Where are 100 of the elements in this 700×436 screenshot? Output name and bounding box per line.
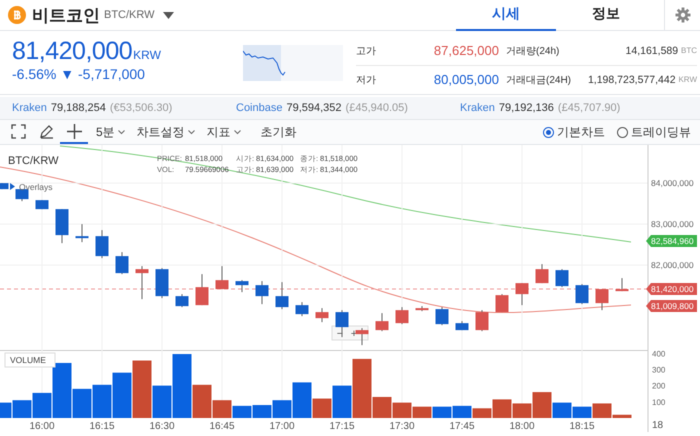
candle <box>456 320 468 331</box>
stat-value: 14,161,589 BTC <box>624 44 697 58</box>
candle <box>196 274 208 306</box>
time-label: 17:15 <box>329 421 355 432</box>
candle <box>536 264 548 284</box>
pencil-icon <box>38 124 54 138</box>
candle <box>576 284 588 305</box>
candle <box>356 328 368 346</box>
time-label: 16:15 <box>89 421 115 432</box>
fullscreen-icon <box>10 124 26 138</box>
volume-bar <box>112 372 132 418</box>
chevron-icon <box>234 130 241 134</box>
stat-label: 거래량(24h) <box>506 44 560 58</box>
axis-label: 400 <box>652 350 666 358</box>
volume-bar <box>412 406 432 418</box>
candle <box>156 268 168 299</box>
time-label: 16:45 <box>209 421 235 432</box>
volume-bar <box>252 405 272 418</box>
candle <box>376 312 388 332</box>
time-label: 18 <box>652 420 664 431</box>
volume-label: VOLUME <box>4 352 56 368</box>
overlays-label[interactable]: Overlays <box>19 182 53 192</box>
candle <box>416 306 428 312</box>
exchange-fx-price: (€53,506.30) <box>110 102 172 114</box>
time-label: 17:45 <box>449 421 475 432</box>
candle <box>296 302 308 317</box>
stat-value: 1,198,723,577,442 KRW <box>586 72 697 88</box>
candle <box>96 230 108 259</box>
candle <box>0 182 8 190</box>
candle <box>396 306 408 325</box>
price-tag: 82,584,960 <box>646 235 697 247</box>
candle <box>556 268 568 288</box>
exchange-name[interactable]: Kraken <box>460 102 495 114</box>
time-label: 17:30 <box>389 421 415 432</box>
candle <box>276 282 288 310</box>
stat-label: 거래대금(24H) <box>506 74 572 88</box>
price-tag: 81,420,000 <box>646 283 697 295</box>
exchange-name[interactable]: Kraken <box>12 102 47 114</box>
volume-bar <box>572 406 592 418</box>
candle <box>596 288 608 311</box>
chevron-icon <box>188 130 195 134</box>
candle <box>36 200 48 210</box>
candle <box>76 224 88 243</box>
candle <box>496 294 508 313</box>
axis-label: 200 <box>652 382 666 391</box>
volume-bar <box>92 384 112 418</box>
candle <box>336 310 348 338</box>
dropdown-menu[interactable]: 5분 <box>92 120 129 144</box>
reset-button[interactable]: 초기화 <box>256 120 301 144</box>
exchange-fx-price: (£45,707.90) <box>558 102 620 114</box>
candle <box>516 282 528 306</box>
candle <box>236 280 248 293</box>
pair-label: BTC/KRW <box>104 9 155 21</box>
candle <box>436 306 448 326</box>
stat-value: 87,625,000 <box>432 42 499 60</box>
dropdown-menu[interactable]: 지표 <box>202 120 245 144</box>
crosshair-icon <box>66 124 82 138</box>
symbol-label: BTC/KRW <box>8 155 59 167</box>
coin-name: 비트코인 <box>32 4 100 26</box>
axis-label: 300 <box>652 365 666 374</box>
time-label: 18:00 <box>509 421 535 432</box>
exchange-price: 79,192,136 <box>498 102 554 114</box>
price-tag: 81,009,800 <box>646 300 697 312</box>
volume-bar <box>392 402 412 418</box>
candle <box>216 266 228 290</box>
chart-type-radio[interactable]: 트레이딩뷰 <box>614 120 694 144</box>
candle <box>476 310 488 332</box>
dropdown-menu[interactable]: 차트설정 <box>132 120 199 144</box>
exchange-price: 79,594,352 <box>286 102 342 114</box>
caret-icon[interactable] <box>162 12 174 18</box>
chevron-icon <box>118 130 125 134</box>
current-price: 81,420,000 <box>12 37 132 65</box>
axis-label: 83,000,000 <box>651 219 694 230</box>
candle <box>176 294 188 308</box>
chart-type-radio[interactable]: 기본차트 <box>540 120 608 144</box>
time-label: 17:00 <box>269 421 295 432</box>
currency-label: KRW <box>133 48 161 62</box>
stat-value: 80,005,000 <box>432 71 499 90</box>
stat-label: 고가 <box>356 44 377 58</box>
candle <box>316 308 328 323</box>
candle <box>116 252 128 275</box>
volume-bar <box>452 406 472 418</box>
exchange-name[interactable]: Coinbase <box>236 102 282 114</box>
candle <box>136 266 148 300</box>
play-icon[interactable] <box>10 183 15 190</box>
candle <box>256 280 268 305</box>
tab[interactable]: 정보 <box>556 0 656 30</box>
time-label: 18:15 <box>569 421 595 432</box>
stat-label: 저가 <box>356 74 377 88</box>
bitcoin-icon <box>8 6 26 24</box>
axis-label: 82,000,000 <box>651 260 694 270</box>
volume-bar <box>432 406 452 418</box>
candle <box>616 278 628 292</box>
tab[interactable]: 시세 <box>456 0 556 30</box>
settings-icon[interactable] <box>674 7 690 23</box>
exchange-price: 79,188,254 <box>50 102 106 114</box>
exchange-fx-price: (£45,940.05) <box>346 102 408 114</box>
candle <box>56 208 68 244</box>
time-label: 16:00 <box>29 421 55 432</box>
price-change: -6.56% ▼ -5,717,000 <box>12 66 146 82</box>
